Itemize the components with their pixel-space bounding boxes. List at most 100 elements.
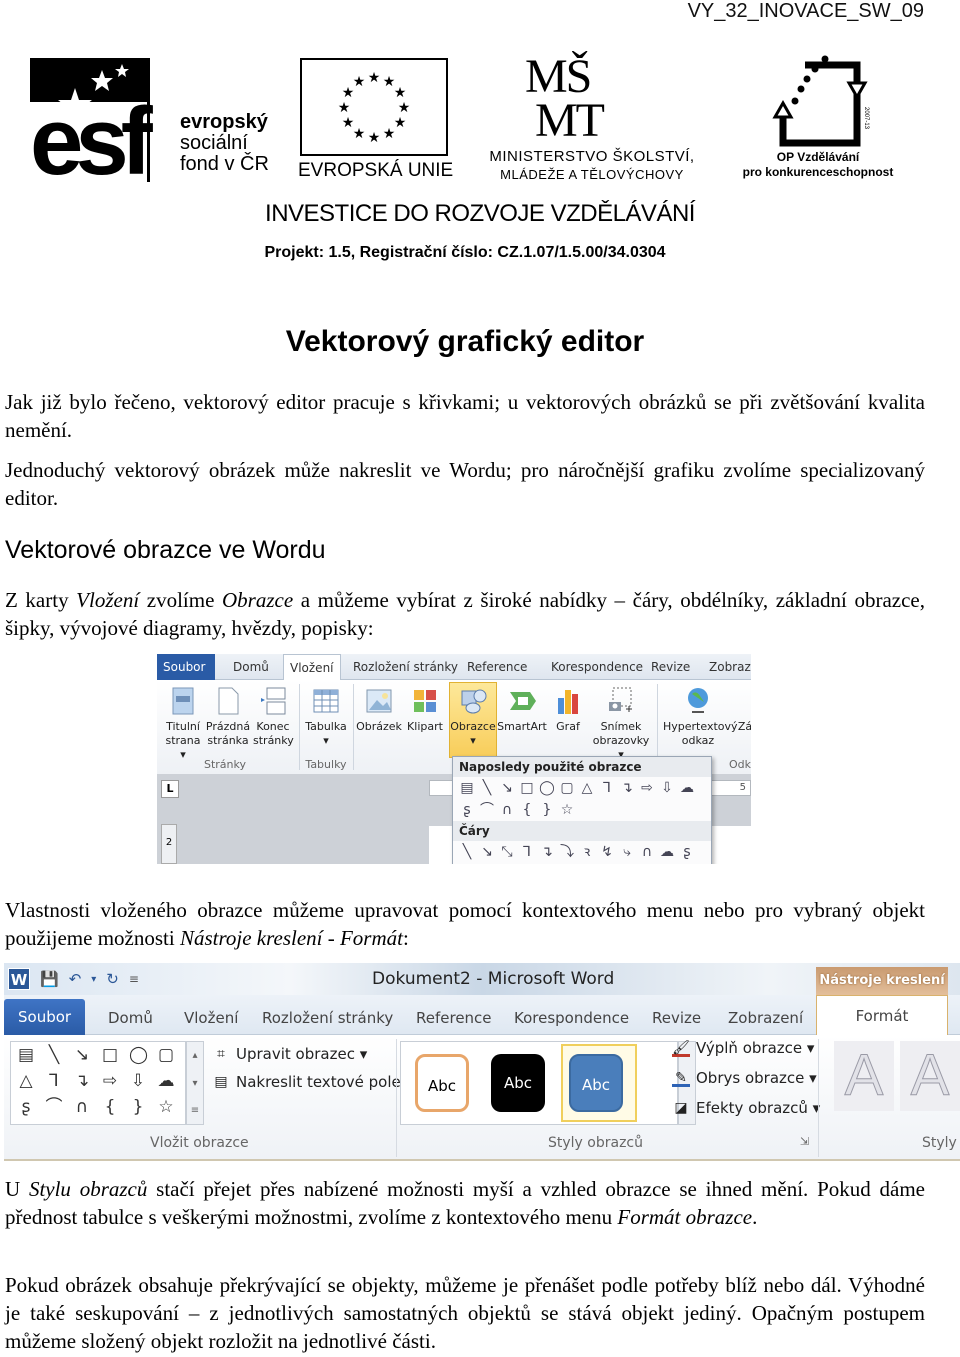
shape-option[interactable]: ʂ bbox=[17, 1099, 35, 1119]
shape-option[interactable]: ↘ bbox=[479, 844, 495, 860]
shape-option[interactable]: ⇩ bbox=[129, 1073, 147, 1093]
tab-korespondence[interactable]: Korespondence bbox=[506, 1003, 637, 1033]
style-sample-blue[interactable]: Abc bbox=[569, 1054, 623, 1112]
redo-icon[interactable]: ↻ bbox=[106, 970, 119, 988]
tab-reference[interactable]: Reference bbox=[408, 1003, 500, 1033]
shape-option[interactable]: ⅂ bbox=[519, 844, 535, 860]
shape-option[interactable]: △ bbox=[17, 1073, 35, 1093]
shape-option[interactable]: ꝛ bbox=[579, 844, 595, 860]
op-caption: OP Vzdělávání pro konkurenceschopnost bbox=[728, 150, 908, 180]
tab-zobrazeni[interactable]: Zobraze bbox=[703, 654, 751, 680]
page-break-button[interactable]: Konec stránky bbox=[253, 686, 294, 748]
undo-icon[interactable]: ↶ bbox=[69, 970, 82, 988]
tab-vlozeni[interactable]: Vložení bbox=[176, 1003, 246, 1033]
shape-effects-button[interactable]: ◪ Efekty obrazců ▾ bbox=[672, 1099, 820, 1117]
shape-option[interactable]: ◯ bbox=[129, 1047, 148, 1067]
shape-option[interactable]: ⤷ bbox=[619, 844, 635, 860]
shape-option[interactable]: ☆ bbox=[559, 802, 575, 818]
shape-option[interactable]: ↘ bbox=[73, 1047, 91, 1067]
shape-option[interactable]: { bbox=[519, 802, 535, 818]
tab-reference[interactable]: Reference bbox=[461, 654, 533, 680]
scroll-up-icon[interactable]: ▴ bbox=[187, 1042, 203, 1070]
shape-option[interactable]: ☁ bbox=[157, 1073, 175, 1093]
shape-option[interactable]: □ bbox=[101, 1047, 119, 1067]
shape-option[interactable]: ╲ bbox=[459, 844, 475, 860]
style-sample-black[interactable]: Abc bbox=[491, 1054, 545, 1112]
shape-option[interactable]: } bbox=[129, 1099, 147, 1119]
shape-option[interactable]: { bbox=[101, 1099, 119, 1119]
more-icon[interactable]: ≡ bbox=[187, 1098, 203, 1124]
picture-button[interactable]: Obrázek bbox=[355, 686, 403, 734]
shape-option[interactable]: ⇨ bbox=[101, 1073, 119, 1093]
customize-toolbar-icon[interactable]: ≡ bbox=[129, 972, 139, 986]
shape-option[interactable]: ↴ bbox=[73, 1073, 91, 1093]
shape-option[interactable]: ☁ bbox=[679, 780, 695, 796]
shape-option[interactable]: ⅂ bbox=[599, 780, 615, 796]
bookmark-button[interactable]: Zá bbox=[735, 686, 751, 734]
shape-option[interactable]: ╲ bbox=[479, 780, 495, 796]
clipart-button[interactable]: Klipart bbox=[405, 686, 445, 734]
shape-option[interactable]: □ bbox=[519, 780, 535, 796]
shape-option[interactable]: ∩ bbox=[73, 1099, 91, 1119]
blank-page-button[interactable]: Prázdná stránka bbox=[205, 686, 251, 748]
dialog-launcher-icon[interactable]: ⇲ bbox=[800, 1135, 809, 1148]
shape-option[interactable]: ∩ bbox=[499, 802, 515, 818]
shape-option[interactable]: ⌒ bbox=[479, 802, 495, 818]
cover-page-button[interactable]: Titulní strana ▾ bbox=[161, 686, 205, 762]
shape-option[interactable]: ☁ bbox=[659, 844, 675, 860]
tab-zobrazeni[interactable]: Zobrazení bbox=[720, 1003, 811, 1033]
tab-soubor[interactable]: Soubor bbox=[157, 654, 215, 680]
shape-option[interactable]: △ bbox=[579, 780, 595, 796]
shape-option[interactable]: ▤ bbox=[459, 780, 475, 796]
shape-option[interactable]: ↴ bbox=[619, 780, 635, 796]
draw-text-box-button[interactable]: ▤ Nakreslit textové pole bbox=[212, 1073, 400, 1091]
tab-vlozeni[interactable]: Vložení bbox=[283, 654, 341, 681]
shape-option[interactable]: ⤡ bbox=[499, 844, 515, 860]
shape-option[interactable]: ʂ bbox=[459, 802, 475, 818]
shape-option[interactable]: ⤵ bbox=[559, 844, 575, 860]
shape-option[interactable]: ◯ bbox=[539, 780, 555, 796]
chart-button[interactable]: Graf bbox=[551, 686, 585, 734]
scroll-down-icon[interactable]: ▾ bbox=[187, 1070, 203, 1098]
tab-rozlozeni-stranky[interactable]: Rozložení stránky bbox=[347, 654, 464, 680]
shape-option[interactable]: ⅂ bbox=[45, 1073, 63, 1093]
wordart-sample[interactable]: A bbox=[900, 1041, 960, 1111]
shape-option[interactable]: ↯ bbox=[599, 844, 615, 860]
table-button[interactable]: Tabulka ▾ bbox=[303, 686, 349, 748]
tab-soubor[interactable]: Soubor bbox=[4, 999, 86, 1035]
shape-option[interactable]: ▤ bbox=[17, 1047, 35, 1067]
shape-option[interactable]: ⇩ bbox=[659, 780, 675, 796]
shape-option[interactable]: ↴ bbox=[539, 844, 555, 860]
shape-option[interactable]: ↘ bbox=[499, 780, 515, 796]
shape-fill-button[interactable]: 🖌 Výplň obrazce ▾ bbox=[672, 1039, 814, 1057]
tab-domu[interactable]: Domů bbox=[100, 1003, 161, 1033]
shape-option[interactable]: ʂ bbox=[679, 844, 695, 860]
style-sample-orange-outline[interactable]: Abc bbox=[415, 1054, 469, 1112]
smartart-button[interactable]: SmartArt bbox=[497, 686, 547, 734]
edit-shape-button[interactable]: ⌗ Upravit obrazec ▾ bbox=[212, 1045, 367, 1063]
shape-option[interactable]: ▢ bbox=[559, 780, 575, 796]
gallery-scrollbar[interactable]: ▴ ▾ ≡ bbox=[186, 1041, 204, 1125]
shapes-button[interactable]: Obrazce ▾ bbox=[449, 686, 497, 748]
shape-option[interactable]: ╲ bbox=[45, 1047, 63, 1067]
shape-outline-button[interactable]: ✎ Obrys obrazce ▾ bbox=[672, 1069, 817, 1087]
shape-option[interactable]: ⇨ bbox=[639, 780, 655, 796]
tab-revize[interactable]: Revize bbox=[645, 654, 696, 680]
save-icon[interactable]: 💾 bbox=[40, 970, 59, 988]
shape-option[interactable]: ☆ bbox=[157, 1099, 175, 1119]
shape-option[interactable]: ▢ bbox=[157, 1047, 175, 1067]
screenshot-button[interactable]: Snímek obrazovky ▾ bbox=[589, 686, 653, 762]
tab-domu[interactable]: Domů bbox=[227, 654, 275, 680]
shape-option[interactable]: } bbox=[539, 802, 555, 818]
tab-selector[interactable]: L bbox=[161, 780, 179, 798]
shape-option[interactable]: ⌒ bbox=[45, 1099, 63, 1119]
word-app-icon[interactable]: W bbox=[8, 968, 30, 990]
chevron-down-icon[interactable]: ▾ bbox=[91, 974, 96, 985]
tab-revize[interactable]: Revize bbox=[644, 1003, 709, 1033]
tab-rozlozeni-stranky[interactable]: Rozložení stránky bbox=[254, 1003, 401, 1033]
hyperlink-button[interactable]: Hypertextový odkaz bbox=[663, 686, 738, 748]
shape-option[interactable]: ∩ bbox=[639, 844, 655, 860]
wordart-sample[interactable]: A bbox=[834, 1041, 894, 1111]
tab-format[interactable]: Formát bbox=[816, 995, 948, 1036]
tab-korespondence[interactable]: Korespondence bbox=[545, 654, 649, 680]
